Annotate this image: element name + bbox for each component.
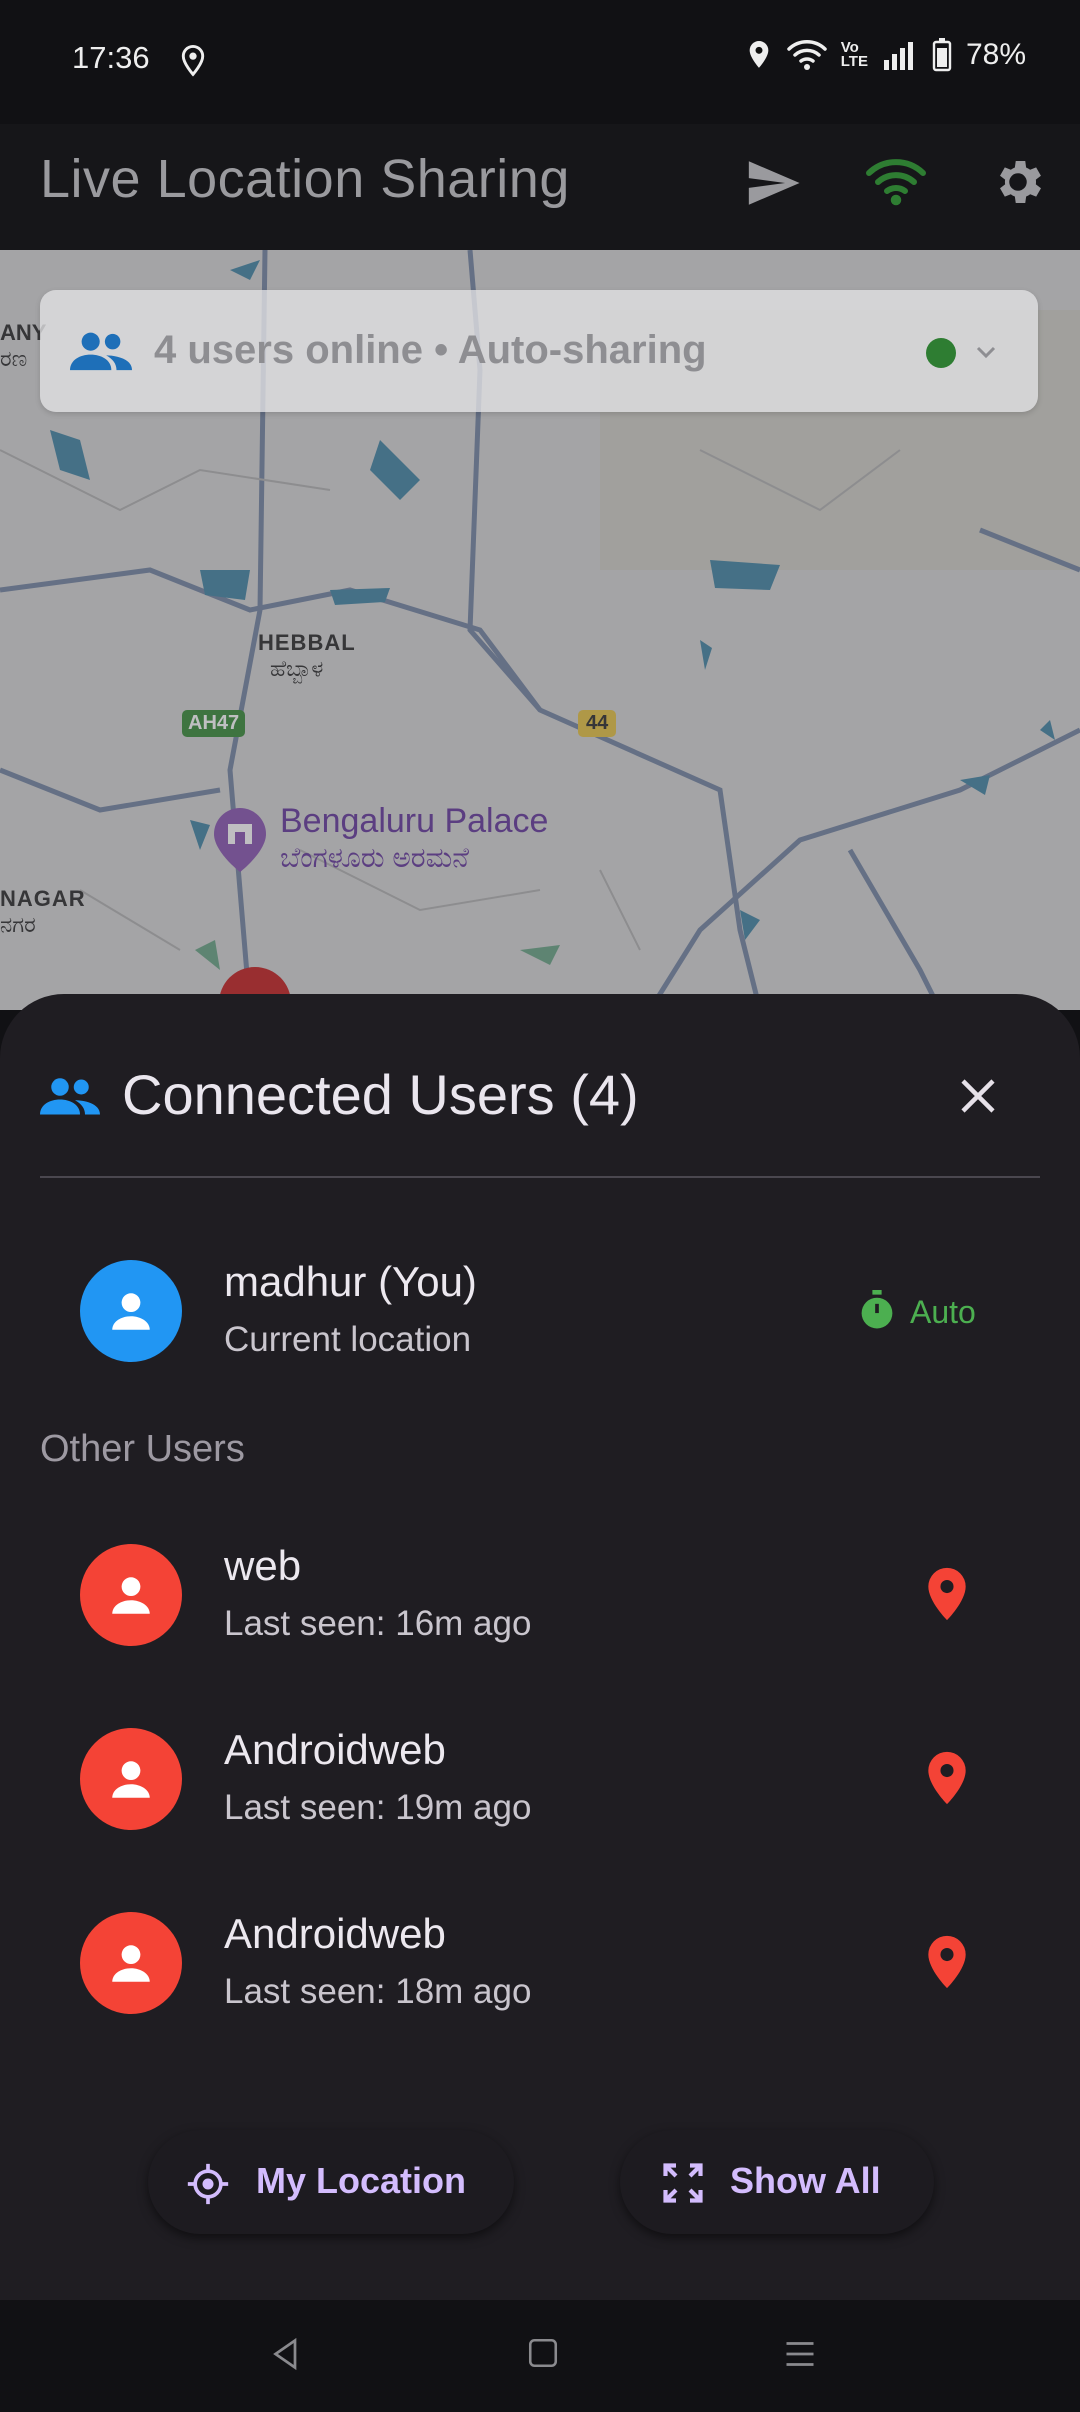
avatar <box>80 1260 182 1362</box>
location-pin-icon[interactable] <box>924 1934 970 1995</box>
location-icon <box>749 41 769 68</box>
sheet-title: Connected Users (4) <box>122 1063 639 1126</box>
user-subtitle: Current location <box>224 1320 472 1359</box>
list-item-current-user[interactable]: madhur (You) Current location Auto <box>0 1248 1080 1398</box>
system-nav-bar <box>0 2300 1080 2412</box>
list-item[interactable]: Androidweb Last seen: 18m ago <box>0 1900 1080 2050</box>
wifi-status-icon <box>786 40 827 70</box>
timer-icon <box>858 1290 896 1335</box>
avatar <box>80 1912 182 2014</box>
divider <box>40 1176 1040 1178</box>
section-label-other-users: Other Users <box>40 1428 245 1470</box>
location-status-icon <box>178 44 208 83</box>
close-icon[interactable] <box>948 1066 1008 1126</box>
user-name: madhur (You) <box>224 1258 477 1305</box>
online-status-card[interactable]: 4 users online • Auto-sharing <box>40 290 1038 412</box>
home-icon[interactable] <box>526 2336 560 2375</box>
online-status-text: 4 users online • Auto-sharing <box>154 328 707 372</box>
user-subtitle: Last seen: 19m ago <box>224 1788 532 1827</box>
my-location-icon <box>186 2162 230 2211</box>
app-bar: Live Location Sharing <box>0 124 1080 250</box>
battery-icon <box>932 38 952 72</box>
user-subtitle: Last seen: 16m ago <box>224 1604 532 1643</box>
fit-screen-icon <box>662 2162 704 2209</box>
status-time: 17:36 <box>72 40 150 75</box>
avatar <box>80 1544 182 1646</box>
settings-icon[interactable] <box>988 152 1048 217</box>
user-name: Androidweb <box>224 1910 446 1957</box>
location-pin-icon[interactable] <box>924 1750 970 1811</box>
user-subtitle: Last seen: 18m ago <box>224 1972 532 2011</box>
show-all-button[interactable]: Show All <box>620 2130 934 2234</box>
wifi-icon[interactable] <box>866 156 926 213</box>
my-location-button[interactable]: My Location <box>148 2130 514 2234</box>
people-icon <box>40 1076 100 1123</box>
map-view[interactable]: HEBBAL ಹೆಬ್ಬಾಳ AH47 44 Bengaluru Palace … <box>0 250 1080 1010</box>
user-name: Androidweb <box>224 1726 446 1773</box>
menu-icon[interactable] <box>782 2336 818 2377</box>
show-all-label: Show All <box>730 2160 881 2201</box>
avatar <box>80 1728 182 1830</box>
battery-percent: 78% <box>965 38 1026 71</box>
user-name: web <box>224 1542 302 1589</box>
auto-sharing-badge: Auto <box>910 1294 976 1330</box>
send-icon[interactable] <box>744 154 802 217</box>
signal-icon <box>883 42 913 70</box>
status-indicators: Vo LTE 78% <box>745 38 1026 72</box>
my-location-label: My Location <box>256 2160 467 2201</box>
list-item[interactable]: web Last seen: 16m ago <box>0 1532 1080 1682</box>
list-item[interactable]: Androidweb Last seen: 19m ago <box>0 1716 1080 1866</box>
back-icon[interactable] <box>268 2336 304 2377</box>
online-status-dot <box>926 338 956 368</box>
volte-icon: Vo LTE <box>840 39 868 70</box>
location-pin-icon[interactable] <box>924 1566 970 1627</box>
app-title: Live Location Sharing <box>40 149 570 209</box>
status-bar: 17:36 Vo LTE 78% <box>0 0 1080 124</box>
connected-users-sheet: Connected Users (4) madhur (You) Current… <box>0 994 1080 2300</box>
